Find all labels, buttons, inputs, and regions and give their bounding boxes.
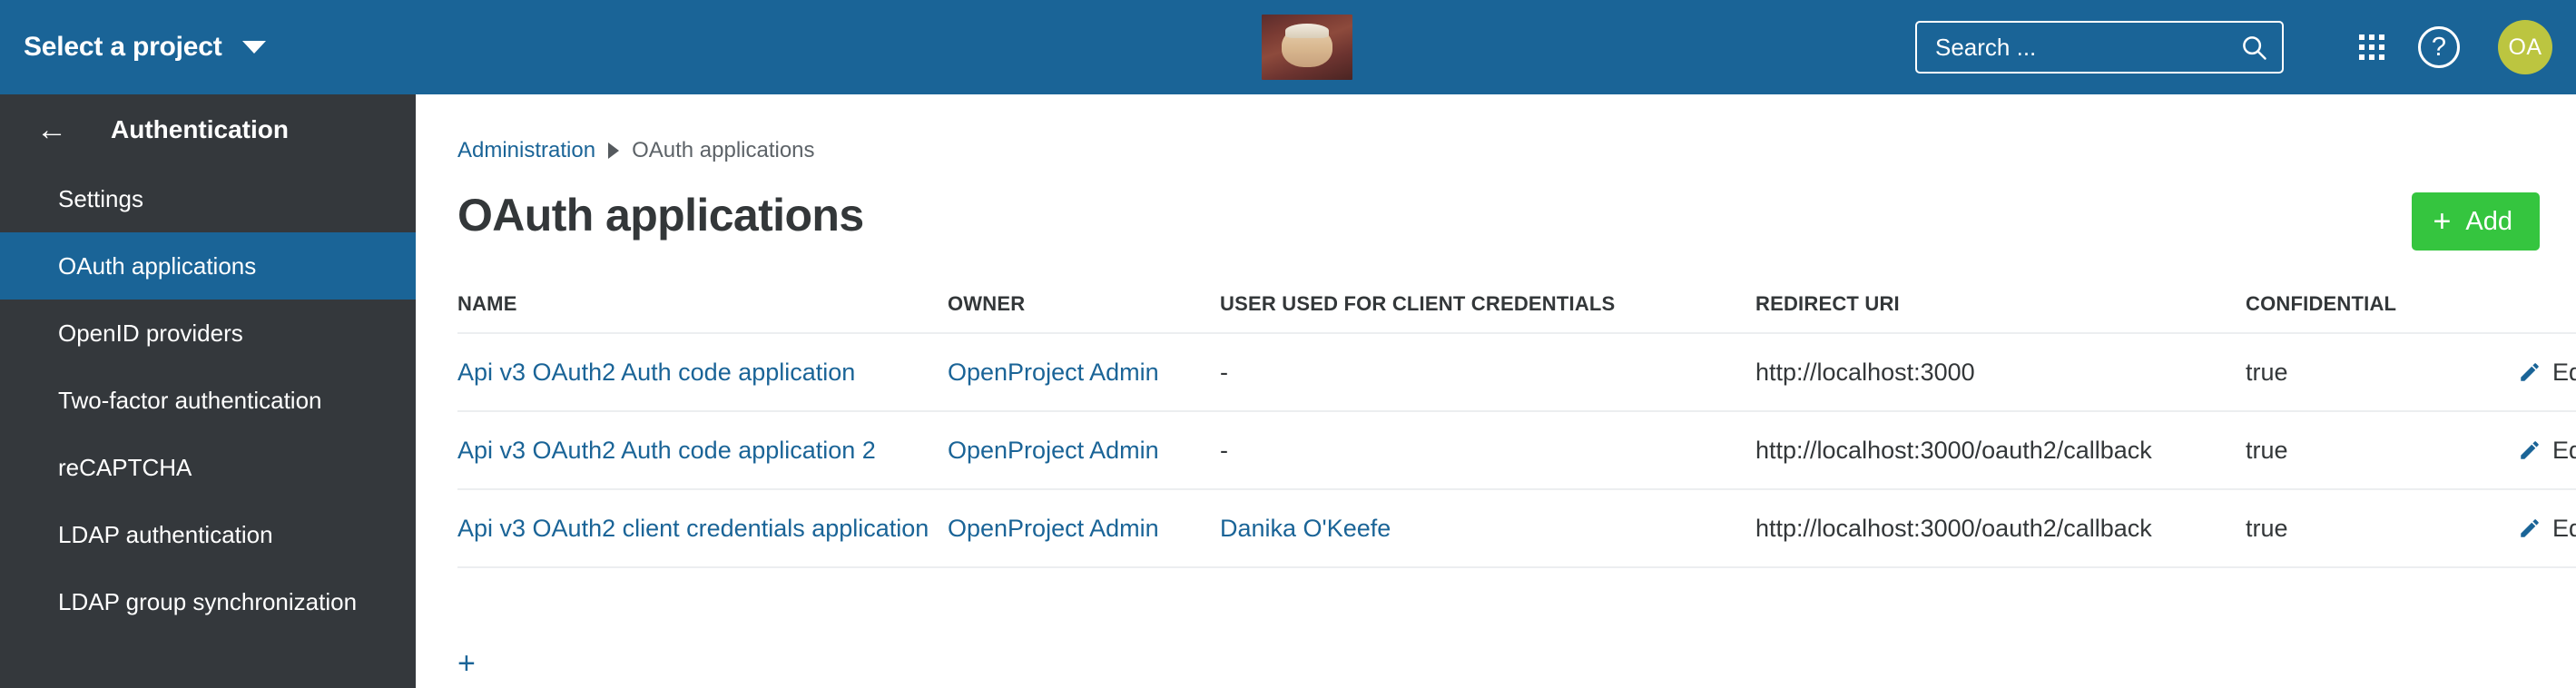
owner-link[interactable]: OpenProject Admin: [948, 437, 1159, 464]
question-circle-icon: ?: [2418, 26, 2460, 68]
breadcrumb-current: OAuth applications: [632, 138, 815, 162]
logo-photo: [1262, 15, 1352, 80]
cell-user-credentials: -: [1220, 411, 1755, 490]
row-actions: Edit D: [2518, 359, 2576, 387]
table-row[interactable]: Api v3 OAuth2 Auth code application Open…: [457, 333, 2576, 412]
cell-actions: Edit D: [2518, 333, 2576, 412]
project-select-button[interactable]: Select a project: [0, 0, 290, 94]
cell-actions: Edit D: [2518, 489, 2576, 568]
project-select-label: Select a project: [24, 32, 222, 62]
caret-right-icon: [608, 143, 620, 159]
oauth-applications-table-container: NAME OWNER USER USED FOR CLIENT CREDENTI…: [416, 292, 2576, 688]
sidebar-item-label: LDAP group synchronization: [58, 587, 358, 615]
search-icon[interactable]: [2240, 34, 2267, 61]
arrow-left-icon[interactable]: ←: [36, 114, 67, 145]
cell-name: Api v3 OAuth2 Auth code application: [457, 333, 948, 412]
sidebar-item-label: OAuth applications: [58, 251, 257, 280]
sidebar-item-label: LDAP authentication: [58, 520, 273, 548]
cell-owner: OpenProject Admin: [948, 411, 1220, 490]
application-name-link[interactable]: Api v3 OAuth2 client credentials applica…: [457, 515, 929, 542]
main-content: Administration OAuth applications OAuth …: [416, 94, 2576, 688]
cell-actions: Edit D: [2518, 411, 2576, 490]
sidebar-title: Authentication: [111, 115, 289, 143]
cell-redirect-uri: http://localhost:3000/oauth2/callback: [1755, 411, 2246, 490]
sidebar-item-settings[interactable]: Settings: [0, 165, 416, 232]
cell-name: Api v3 OAuth2 client credentials applica…: [457, 489, 948, 568]
cell-user-credentials: -: [1220, 333, 1755, 412]
sidebar-back-header[interactable]: ← Authentication: [0, 94, 416, 165]
owner-link[interactable]: OpenProject Admin: [948, 515, 1159, 542]
top-header: Select a project ? OA: [0, 0, 2576, 94]
breadcrumb-administration-link[interactable]: Administration: [457, 138, 595, 163]
column-header-owner[interactable]: OWNER: [948, 292, 1220, 334]
cell-confidential: true: [2246, 333, 2518, 412]
column-header-actions: [2518, 292, 2576, 334]
custom-logo-image[interactable]: [1262, 15, 1352, 80]
cell-name: Api v3 OAuth2 Auth code application 2: [457, 411, 948, 490]
pencil-icon: [2521, 363, 2539, 381]
application-name-link[interactable]: Api v3 OAuth2 Auth code application 2: [457, 437, 876, 464]
row-actions: Edit D: [2518, 515, 2576, 543]
add-button-label: Add: [2465, 206, 2512, 236]
add-button[interactable]: + Add: [2411, 192, 2540, 251]
avatar[interactable]: OA: [2498, 20, 2552, 74]
edit-button[interactable]: Edit: [2518, 359, 2576, 387]
table-body: Api v3 OAuth2 Auth code application Open…: [457, 333, 2576, 568]
sidebar-item-recaptcha[interactable]: reCAPTCHA: [0, 434, 416, 501]
sidebar-item-label: Two-factor authentication: [58, 386, 322, 414]
pencil-icon: [2521, 441, 2539, 459]
sidebar-item-ldap-group-synchronization[interactable]: LDAP group synchronization: [0, 568, 416, 635]
sidebar-item-label: Settings: [58, 184, 143, 212]
cell-confidential: true: [2246, 411, 2518, 490]
sidebar: ← Authentication Settings OAuth applicat…: [0, 94, 416, 688]
cell-owner: OpenProject Admin: [948, 333, 1220, 412]
plus-icon: +: [2433, 204, 2452, 239]
table-header-row: NAME OWNER USER USED FOR CLIENT CREDENTI…: [457, 292, 2576, 334]
cell-confidential: true: [2246, 489, 2518, 568]
column-header-name[interactable]: NAME: [457, 292, 948, 334]
page-title: OAuth applications: [457, 190, 864, 241]
application-name-link[interactable]: Api v3 OAuth2 Auth code application: [457, 359, 855, 386]
add-row-plus-icon[interactable]: +: [457, 648, 476, 679]
edit-button[interactable]: Edit: [2518, 515, 2576, 543]
edit-label: Edit: [2552, 514, 2576, 542]
edit-button[interactable]: Edit: [2518, 437, 2576, 465]
sidebar-item-label: OpenID providers: [58, 319, 243, 347]
modules-grid-button[interactable]: [2338, 14, 2405, 81]
edit-label: Edit: [2552, 358, 2576, 386]
table-head: NAME OWNER USER USED FOR CLIENT CREDENTI…: [457, 292, 2576, 334]
header-right-group: ? OA: [1915, 0, 2576, 94]
table-row[interactable]: Api v3 OAuth2 Auth code application 2 Op…: [457, 411, 2576, 490]
column-header-redirect-uri[interactable]: REDIRECT URI: [1755, 292, 2246, 334]
column-header-confidential[interactable]: CONFIDENTIAL: [2246, 292, 2518, 334]
owner-link[interactable]: OpenProject Admin: [948, 359, 1159, 386]
sidebar-item-label: reCAPTCHA: [58, 453, 192, 481]
cell-owner: OpenProject Admin: [948, 489, 1220, 568]
cell-redirect-uri: http://localhost:3000/oauth2/callback: [1755, 489, 2246, 568]
row-actions: Edit D: [2518, 437, 2576, 465]
pencil-icon: [2521, 519, 2539, 537]
global-search-box[interactable]: [1915, 21, 2284, 74]
sidebar-item-ldap-authentication[interactable]: LDAP authentication: [0, 501, 416, 568]
sidebar-item-oauth-applications[interactable]: OAuth applications: [0, 232, 416, 300]
edit-label: Edit: [2552, 436, 2576, 464]
search-input[interactable]: [1935, 33, 2240, 62]
column-header-user-credentials[interactable]: USER USED FOR CLIENT CREDENTIALS: [1220, 292, 1755, 334]
user-credentials-link[interactable]: Danika O'Keefe: [1220, 515, 1391, 542]
chevron-down-icon: [241, 41, 266, 54]
sidebar-item-two-factor-authentication[interactable]: Two-factor authentication: [0, 367, 416, 434]
breadcrumb: Administration OAuth applications: [416, 94, 2576, 163]
cell-user-credentials: Danika O'Keefe: [1220, 489, 1755, 568]
sidebar-item-openid-providers[interactable]: OpenID providers: [0, 300, 416, 367]
help-button[interactable]: ?: [2405, 14, 2473, 81]
table-row[interactable]: Api v3 OAuth2 client credentials applica…: [457, 489, 2576, 568]
grid-apps-icon: [2359, 34, 2384, 60]
cell-redirect-uri: http://localhost:3000: [1755, 333, 2246, 412]
oauth-applications-table: NAME OWNER USER USED FOR CLIENT CREDENTI…: [457, 292, 2576, 568]
